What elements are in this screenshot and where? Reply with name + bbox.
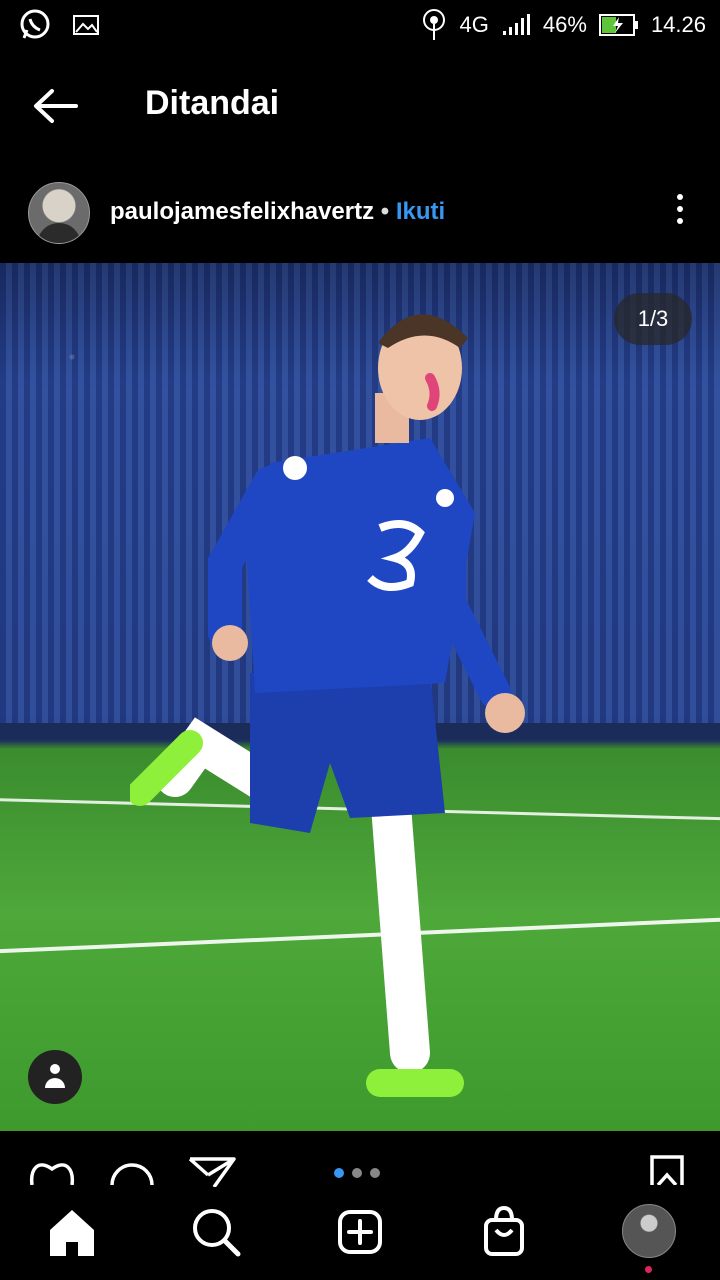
battery-charging-icon — [598, 14, 638, 36]
carousel-indicator — [334, 1168, 380, 1178]
home-icon[interactable] — [42, 1202, 102, 1262]
signal-icon — [502, 14, 530, 35]
tagged-people-icon[interactable] — [28, 1050, 82, 1104]
carousel-dot — [352, 1168, 362, 1178]
clock: 14.26 — [650, 12, 706, 37]
carousel-dot — [370, 1168, 380, 1178]
post-header: paulojamesfelixhavertz • Ikuti — [0, 178, 720, 248]
post-actions — [0, 1131, 720, 1191]
network-type: 4G — [459, 12, 489, 37]
hotspot-icon — [422, 9, 445, 40]
whatsapp-icon — [20, 9, 50, 39]
comment-icon[interactable] — [108, 1155, 156, 1185]
top-bar: Ditandai — [0, 62, 720, 152]
carousel-dot — [334, 1168, 344, 1178]
post-author: paulojamesfelixhavertz • Ikuti — [110, 198, 445, 226]
search-icon[interactable] — [186, 1202, 246, 1262]
status-bar: 4G 46% 14.26 — [0, 0, 720, 50]
gallery-icon — [73, 15, 99, 35]
carousel-counter: 1/3 — [614, 293, 692, 345]
bottom-navigation — [0, 1190, 720, 1280]
post-image[interactable]: 1/3 — [0, 263, 720, 1131]
create-icon[interactable] — [330, 1202, 390, 1262]
back-arrow-icon[interactable] — [30, 86, 80, 126]
share-icon[interactable] — [188, 1157, 236, 1187]
page-title: Ditandai — [145, 84, 280, 122]
avatar[interactable] — [28, 182, 90, 244]
like-icon[interactable] — [28, 1155, 76, 1185]
shop-icon[interactable] — [474, 1202, 534, 1262]
notification-dot — [645, 1266, 652, 1273]
profile-avatar[interactable] — [622, 1204, 676, 1258]
separator-dot: • — [380, 198, 390, 225]
battery-percent: 46% — [542, 12, 587, 37]
player-figure — [130, 314, 525, 1097]
follow-button[interactable]: Ikuti — [396, 198, 445, 225]
username-link[interactable]: paulojamesfelixhavertz — [110, 198, 374, 225]
save-icon[interactable] — [648, 1153, 686, 1185]
more-options-icon[interactable] — [674, 194, 686, 234]
